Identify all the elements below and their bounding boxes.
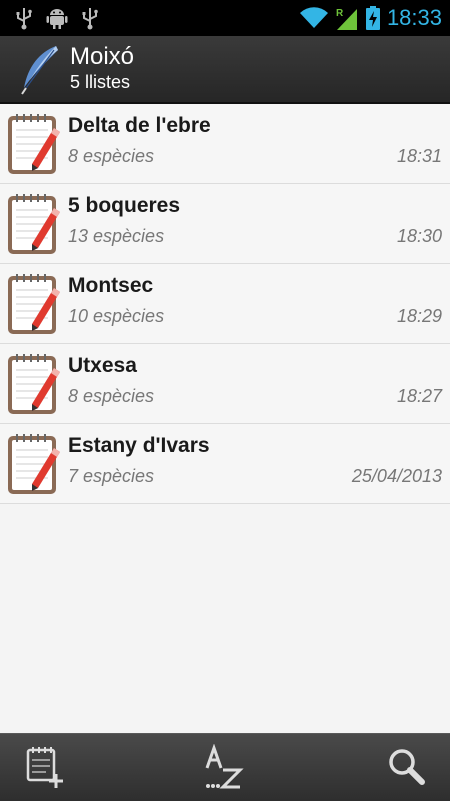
notepad-pencil-icon (6, 272, 62, 336)
search-icon (384, 744, 430, 790)
species-count: 8 espècies (68, 386, 155, 406)
list-title: Delta de l'ebre (68, 114, 211, 137)
feather-quill-icon[interactable] (18, 44, 60, 96)
signal-roaming-icon: R (335, 5, 359, 31)
sort-az-button[interactable] (202, 744, 248, 790)
list-timestamp: 18:29 (396, 306, 442, 326)
battery-charging-icon (365, 5, 381, 31)
bird-lists: Delta de l'ebre 8 espècies 18:31 5 boque… (0, 104, 450, 504)
list-item[interactable]: 5 boqueres 13 espècies 18:30 (0, 184, 450, 264)
species-count: 13 espècies (68, 226, 165, 246)
species-count: 10 espècies (68, 306, 165, 326)
wifi-icon (299, 6, 329, 30)
clock: 18:33 (386, 5, 442, 30)
app-title: Moixó (70, 43, 135, 70)
list-timestamp: 18:30 (396, 226, 442, 246)
android-debug-icon (46, 6, 68, 30)
search-button[interactable] (384, 744, 430, 790)
list-item[interactable]: Delta de l'ebre 8 espècies 18:31 (0, 104, 450, 184)
list-title: 5 boqueres (68, 194, 181, 217)
list-timestamp: 18:27 (396, 386, 442, 406)
species-count: 8 espècies (68, 146, 155, 166)
notepad-pencil-icon (6, 112, 62, 176)
usb-icon (14, 6, 34, 30)
list-item[interactable]: Utxesa 8 espècies 18:27 (0, 344, 450, 424)
status-bar: R 18:33 (0, 0, 450, 36)
list-item[interactable]: Montsec 10 espècies 18:29 (0, 264, 450, 344)
list-title: Utxesa (68, 354, 137, 377)
list-timestamp: 18:31 (396, 146, 442, 166)
list-timestamp: 25/04/2013 (351, 466, 442, 486)
notepad-pencil-icon (6, 432, 62, 496)
new-list-icon (22, 744, 68, 790)
list-item[interactable]: Estany d'Ivars 7 espècies 25/04/2013 (0, 424, 450, 504)
svg-text:R: R (336, 8, 344, 19)
usb-icon (80, 6, 100, 30)
notepad-pencil-icon (6, 192, 62, 256)
notepad-pencil-icon (6, 352, 62, 416)
action-bar: Moixó 5 llistes (0, 36, 450, 104)
new-list-button[interactable] (22, 744, 68, 790)
list-title: Montsec (68, 274, 154, 297)
species-count: 7 espècies (68, 466, 155, 486)
bottom-action-bar (0, 733, 450, 801)
list-title: Estany d'Ivars (68, 434, 210, 457)
list-count-subtitle: 5 llistes (70, 72, 131, 92)
sort-az-icon (202, 744, 248, 790)
